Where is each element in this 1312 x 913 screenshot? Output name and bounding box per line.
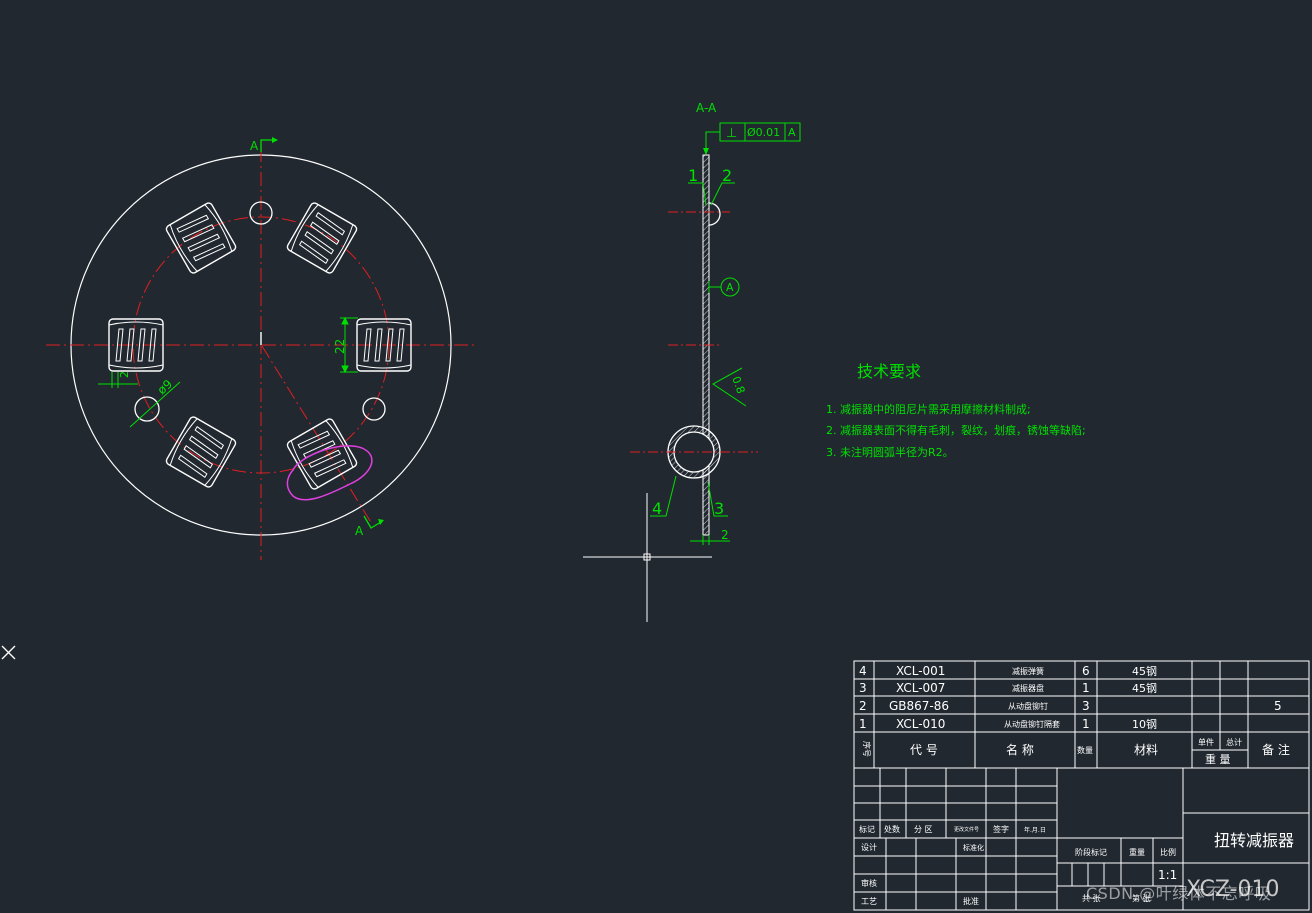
tb-date: 年.月.日 (1024, 826, 1046, 834)
dimension-thickness: 2 (690, 528, 730, 545)
bom-row-1-code: XCL-010 (896, 717, 945, 731)
svg-text:Ø0.01: Ø0.01 (747, 126, 780, 139)
spring-window-top-left (164, 200, 238, 276)
bom-row-2-name: 从动盘铆钉 (1008, 701, 1048, 711)
tb-change-doc: 更改文件号 (954, 826, 979, 833)
datum-marker: A (708, 277, 740, 297)
bom-row-2-no: 2 (859, 699, 867, 713)
section-view: A-A ⊥ Ø0.01 A A 0.8 1 2 3 4 2 (630, 101, 801, 545)
tech-requirements: 技术要求 1. 减振器中的阻尼片需采用摩擦材料制成; 2. 减振器表面不得有毛刺… (826, 362, 1086, 459)
balloon-1: 1 (688, 166, 698, 185)
tb-check: 审核 (861, 878, 877, 888)
tb-stage: 阶段标记 (1075, 847, 1107, 857)
bom-row-3-code: XCL-007 (896, 681, 945, 695)
bom-header-weight: 重 量 (1205, 752, 1231, 766)
bom-header-total: 总计 (1226, 737, 1242, 747)
watermark: CSDN @叶绿体不忘呼吸 (1086, 884, 1272, 903)
bom-row-4-material: 45钢 (1132, 665, 1157, 678)
tb-design: 设计 (861, 842, 877, 852)
cad-crosshair-cursor[interactable] (583, 493, 712, 622)
tb-sign: 签字 (993, 824, 1009, 834)
tb-approve: 批准 (963, 896, 979, 906)
rivet-section-top (708, 202, 721, 226)
section-title: A-A (696, 101, 717, 115)
bom-header-qty: 数量 (1077, 745, 1093, 755)
bom-row-4-code: XCL-001 (896, 664, 945, 678)
svg-text:A: A (250, 139, 259, 153)
tb-weight: 重量 (1129, 847, 1145, 857)
svg-text:A: A (355, 524, 364, 538)
tb-zone: 分 区 (914, 825, 933, 834)
bom-header-no: 序号 (862, 741, 872, 757)
balloon-4: 4 (652, 499, 662, 518)
balloon-3: 3 (714, 499, 724, 518)
bom-header-code: 代 号 (910, 743, 938, 757)
bom-row-1-material: 10钢 (1132, 718, 1157, 731)
bom-row-3-name: 减振器盘 (1012, 683, 1044, 693)
bom-row-2-code: GB867-86 (889, 699, 949, 713)
tb-mark: 标记 (859, 824, 875, 834)
spring-window-bottom-right (285, 416, 359, 492)
tb-scale: 比例 (1160, 847, 1176, 857)
roughness-symbol: 0.8 (712, 367, 747, 407)
tb-process: 工艺 (861, 897, 877, 906)
bom-row-3-qty: 1 (1082, 681, 1090, 695)
bom-row-4-qty: 6 (1082, 664, 1090, 678)
bom-row-3-no: 3 (859, 681, 867, 695)
dimension-spring-height: 22 (333, 316, 358, 374)
svg-text:0.8: 0.8 (729, 375, 747, 396)
section-marker-top: A (250, 137, 278, 153)
bom-header-material: 材料 (1134, 743, 1158, 757)
tolerance-frame: ⊥ Ø0.01 A (703, 122, 801, 155)
tech-item-3: 3. 未注明圆弧半径为R2。 (826, 445, 954, 459)
bom-header-note: 备 注 (1262, 742, 1290, 757)
bom-header-unit: 单件 (1198, 737, 1214, 747)
tech-item-2: 2. 减振器表面不得有毛刺，裂纹，划痕，锈蚀等缺陷; (826, 423, 1086, 437)
close-icon[interactable] (1, 645, 16, 660)
svg-text:A: A (726, 281, 734, 294)
spring-window-top-right (285, 200, 359, 276)
bom-row-3-material: 45钢 (1132, 682, 1157, 695)
svg-text:22: 22 (333, 339, 347, 354)
bom-row-4-name: 减振弹簧 (1012, 666, 1044, 676)
rivet-hole-left (134, 396, 160, 422)
svg-text:2: 2 (118, 371, 131, 378)
tb-part-name: 扭转减振器 (1214, 831, 1294, 850)
cad-drawing-canvas[interactable]: A A 22 2 ø9 A-A ⊥ Ø0.01 A A 0.8 1 2 3 4 … (0, 0, 1312, 913)
bom-row-1-qty: 1 (1082, 717, 1090, 731)
svg-text:A: A (788, 126, 796, 139)
tb-count: 处数 (884, 824, 900, 834)
bom-header-name: 名 称 (1006, 742, 1034, 757)
bom-row-1-no: 1 (859, 717, 867, 731)
bom-row-4-no: 4 (859, 664, 867, 678)
svg-text:2: 2 (721, 528, 729, 542)
svg-text:⊥: ⊥ (726, 126, 737, 141)
tech-title: 技术要求 (857, 362, 921, 381)
bom-row-2-qty: 3 (1082, 699, 1090, 713)
bom-row-2-note: 5 (1274, 699, 1282, 713)
tech-item-1: 1. 减振器中的阻尼片需采用摩擦材料制成; (826, 402, 1031, 416)
tb-standard: 标准化 (963, 843, 984, 852)
bom-row-1-name: 从动盘铆钉隔套 (1004, 719, 1060, 729)
spring-window-bottom-left (164, 414, 238, 490)
rivet-hole-right (362, 397, 386, 421)
balloon-2: 2 (722, 166, 732, 185)
dimension-spring-width: 2 (98, 371, 138, 388)
plan-view: A A 22 2 ø9 (46, 137, 476, 560)
svg-text:ø9: ø9 (155, 377, 176, 397)
bom-table: 4 XCL-001 减振弹簧 6 45钢 3 XCL-007 减振器盘 1 45… (853, 660, 1310, 769)
